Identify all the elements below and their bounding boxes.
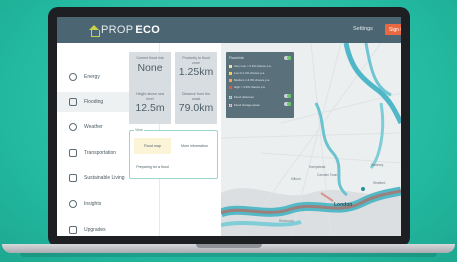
view-panel: View Flood map More information Preparin… [129, 128, 218, 179]
sidebar-item-label: Flooding [84, 99, 104, 105]
leaf-icon [69, 226, 77, 234]
legend-label: Flood storage areas [234, 103, 260, 107]
flood-risk-toggle[interactable] [284, 56, 291, 60]
legend-row: Very Low < 0.1% chance p.a. [229, 64, 272, 68]
card-value: None [137, 61, 163, 74]
bulb-icon [69, 73, 77, 81]
map-place-label: Richmond [279, 219, 294, 223]
top-bar: PROPECO Settings Sign in [57, 17, 401, 43]
legend-label: Flood defences [234, 95, 254, 99]
legend-swatch [229, 64, 232, 68]
map-place-label: Kilburn [291, 177, 301, 181]
card-label: Distance from the coast [181, 92, 211, 101]
view-panel-title: View [134, 128, 144, 132]
legend-swatch [229, 71, 232, 75]
laptop-notch [196, 244, 262, 248]
legend-swatch [229, 85, 232, 89]
flood-storage-toggle[interactable] [284, 102, 291, 106]
legend-row: High > 3.3% chance p.a. [229, 85, 266, 89]
settings-link[interactable]: Settings [353, 26, 373, 32]
height-card: Height above sea level 12.5m [129, 88, 171, 124]
card-value: 79.0km [178, 102, 214, 115]
card-label: Current flood risk [136, 56, 164, 60]
logo-text-prefix: PROP [101, 24, 134, 36]
legend-row: Low 0.1-1% chance p.a. [229, 71, 265, 75]
sidebar-item-label: Insights [84, 201, 102, 207]
more-information-button[interactable]: More information [176, 138, 213, 154]
sidebar-item-label: Sustainable Living [84, 175, 125, 181]
legend-row: Medium 1-3.3% chance p.a. [229, 78, 270, 82]
car-icon [69, 149, 77, 157]
sidebar-item-upgrades[interactable]: Upgrades [57, 220, 160, 236]
house-logo-icon [89, 24, 100, 37]
legend-label: Medium 1-3.3% chance p.a. [234, 78, 270, 82]
legend-label: Very Low < 0.1% chance p.a. [234, 64, 272, 68]
house-flood-icon [69, 98, 77, 106]
flood-defences-toggle[interactable] [284, 94, 291, 98]
distance-coast-card: Distance from the coast 79.0km [175, 88, 217, 124]
laptop-shadow [20, 253, 437, 257]
map-place-label: Stratford [373, 181, 386, 185]
info-icon [69, 200, 77, 208]
sidebar-item-label: Weather [84, 124, 103, 130]
legend-swatch [229, 103, 232, 107]
card-value: 12.5m [135, 102, 165, 115]
logo[interactable]: PROP ECO [89, 23, 160, 37]
flood-risk-card: Current flood risk None [129, 52, 171, 88]
legend-row: Flood defences [229, 95, 254, 99]
map-place-label: Hackney [371, 163, 384, 167]
card-label: Height above sea level [136, 92, 164, 101]
card-label: Proximity to flood zone [182, 56, 210, 65]
legend-swatch [229, 95, 232, 99]
map-place-label: Camden Town [317, 173, 338, 177]
sidebar-item-insights[interactable]: Insights [57, 194, 160, 214]
sidebar-item-label: Energy [84, 74, 100, 80]
map-city-label: London [334, 202, 353, 208]
card-value: 1.25km [178, 66, 214, 79]
map-place-label: Hampstead [309, 165, 326, 169]
flood-risk-legend: Flood risk Very Low < 0.1% chance p.a. L… [226, 52, 294, 118]
proximity-card: Proximity to flood zone 1.25km [175, 52, 217, 88]
logo-text-suffix: ECO [135, 24, 161, 36]
flood-map-button[interactable]: Flood map [134, 138, 171, 154]
sidebar-item-label: Transportation [84, 150, 117, 156]
flood-map[interactable]: Hampstead Kilburn Camden Town Hackney St… [221, 43, 401, 236]
sidebar-item-label: Upgrades [84, 227, 106, 233]
legend-label: Low 0.1-1% chance p.a. [234, 71, 266, 75]
cloud-icon [69, 123, 77, 131]
signin-button[interactable]: Sign in [385, 24, 401, 35]
app-screen: PROPECO Settings Sign in Energy Flooding… [57, 17, 401, 236]
legend-swatch [229, 78, 232, 82]
legend-title: Flood risk [229, 56, 244, 60]
preparing-for-flood-button[interactable]: Preparing for a flood [134, 159, 171, 175]
legend-label: High > 3.3% chance p.a. [234, 85, 266, 89]
legend-row: Flood storage areas [229, 103, 260, 107]
tree-icon [69, 174, 77, 182]
location-marker-icon[interactable] [361, 187, 365, 191]
